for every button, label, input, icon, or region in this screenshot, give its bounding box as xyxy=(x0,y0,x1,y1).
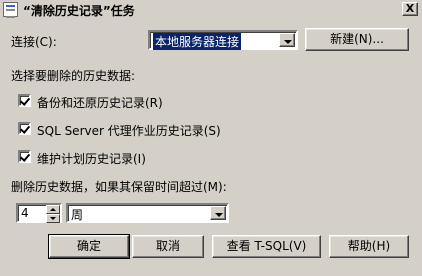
maintenance-plan-history-label[interactable]: 维护计划历史记录(I) xyxy=(37,150,146,167)
retention-unit-select[interactable]: 周 xyxy=(66,203,229,223)
spinner-down-icon[interactable] xyxy=(46,214,60,223)
task-window-icon xyxy=(3,2,18,18)
help-button[interactable]: 帮助(H) xyxy=(329,235,409,258)
cancel-button[interactable]: 取消 xyxy=(132,235,204,258)
view-tsql-button[interactable]: 查看 T-SQL(V) xyxy=(212,235,321,258)
connection-select[interactable]: 本地服务器连接 xyxy=(148,30,298,50)
backup-restore-history-checkbox[interactable] xyxy=(18,94,31,107)
backup-restore-history-label[interactable]: 备份和还原历史记录(R) xyxy=(37,94,163,111)
agent-job-history-checkbox[interactable] xyxy=(18,122,31,135)
spinner-up-icon[interactable] xyxy=(46,205,60,214)
connection-selected-value: 本地服务器连接 xyxy=(153,33,242,50)
ok-button[interactable]: 确定 xyxy=(48,234,130,259)
title-bar: “清除历史记录”任务 X xyxy=(0,0,422,19)
chevron-down-icon[interactable] xyxy=(279,33,295,47)
maintenance-plan-history-checkbox[interactable] xyxy=(18,150,31,163)
chevron-down-icon[interactable] xyxy=(210,206,226,220)
retention-amount-spinner[interactable]: 4 xyxy=(16,203,62,223)
history-section-label: 选择要删除的历史数据: xyxy=(11,69,136,83)
new-connection-button[interactable]: 新建(N)... xyxy=(305,28,409,51)
clear-history-dialog: “清除历史记录”任务 X 连接(C): 本地服务器连接 新建(N)... 选择要… xyxy=(0,0,422,276)
window-title: “清除历史记录”任务 xyxy=(23,4,135,18)
connection-label: 连接(C): xyxy=(11,35,57,49)
spinner-buttons xyxy=(46,205,60,223)
retention-unit-value: 周 xyxy=(71,208,84,222)
agent-job-history-label[interactable]: SQL Server 代理作业历史记录(S) xyxy=(37,122,221,139)
retention-label: 删除历史数据，如果其保留时间超过(M): xyxy=(11,180,227,194)
retention-amount-value: 4 xyxy=(21,206,29,220)
close-button[interactable]: X xyxy=(402,2,418,16)
